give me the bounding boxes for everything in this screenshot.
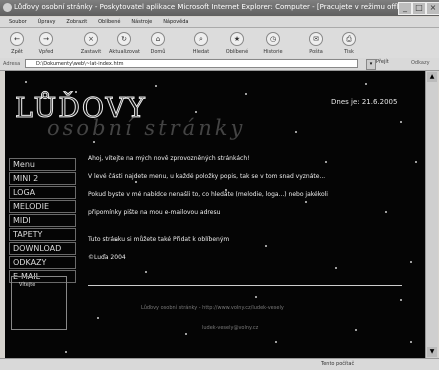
welcome-paragraph: Ahoj, vítejte na mých nově zprovozněných… <box>88 155 250 162</box>
star-decoration <box>275 341 277 343</box>
toolbar: ← Zpět → Vpřed × Zastavit ↻ Aktualizovat ⌂ Do… <box>0 28 439 59</box>
back-icon: ← <box>10 32 24 46</box>
welcome-box-label: Vítejte <box>19 282 36 288</box>
menu-favorites[interactable]: Oblíbené <box>98 17 120 27</box>
vertical-scrollbar[interactable]: ▲ ▼ <box>425 71 438 358</box>
star-decoration <box>255 296 257 298</box>
footer-email[interactable]: ludek-vesely@volny.cz <box>202 325 258 331</box>
add-favorites-link[interactable]: Tuto stránku si můžete také Přidat k obl… <box>88 236 408 243</box>
menu-heading: Menu <box>9 158 76 171</box>
maximize-icon[interactable]: □ <box>412 2 426 15</box>
address-label: Adresa <box>3 61 21 67</box>
menu-item-odkazy[interactable]: ODKAZY <box>9 256 76 269</box>
menu-edit[interactable]: Úpravy <box>38 17 56 27</box>
star-decoration <box>245 93 247 95</box>
history-icon: ◷ <box>266 32 280 46</box>
star-decoration <box>355 329 357 331</box>
menu-item-download[interactable]: DOWNLOAD <box>9 242 76 255</box>
stop-icon: × <box>84 32 98 46</box>
address-bar: Adresa D:\Dokumenty\web\~lat-index.htm ▾… <box>0 58 439 71</box>
contact-paragraph: Pokud byste v mé nabídce nenašli to, co … <box>88 191 328 198</box>
ie-icon <box>3 3 12 12</box>
star-decoration <box>25 81 27 83</box>
star-decoration <box>97 317 99 319</box>
address-dropdown-icon[interactable]: ▾ <box>366 59 376 70</box>
zone-indicator: Tento počítač <box>321 361 355 367</box>
divider <box>88 285 402 286</box>
links-button[interactable]: Odkazy <box>411 60 430 66</box>
star-decoration <box>410 341 412 343</box>
search-button[interactable]: ⌕ Hledat <box>186 30 216 55</box>
title-bar: Lůďovy osobní stránky - Poskytovatel apl… <box>0 0 439 16</box>
menu-item-melodie[interactable]: MELODIE <box>9 200 76 213</box>
window-title: Lůďovy osobní stránky - Poskytovatel apl… <box>14 3 412 11</box>
refresh-icon: ↻ <box>117 32 131 46</box>
side-menu: Menu MINI 2 LOGA MELODIE MIDI TAPETY DOW… <box>9 158 79 284</box>
star-decoration <box>365 83 367 85</box>
star-decoration <box>185 333 187 335</box>
refresh-button[interactable]: ↻ Aktualizovat <box>109 30 140 55</box>
star-decoration <box>400 121 402 123</box>
close-icon[interactable]: × <box>426 2 439 15</box>
footer-url[interactable]: Lůďovy osobní stránky - http://www.volny… <box>141 305 284 311</box>
scroll-up-icon[interactable]: ▲ <box>427 72 437 82</box>
menu-help[interactable]: Nápověda <box>163 17 188 27</box>
search-icon: ⌕ <box>194 32 208 46</box>
page-content: LŮĎOVY osobní stránky Dnes je: 21.6.2005… <box>5 71 425 358</box>
star-decoration <box>295 131 297 133</box>
star-decoration <box>65 351 67 353</box>
home-icon: ⌂ <box>151 32 165 46</box>
history-button[interactable]: ◷ Historie <box>258 30 288 55</box>
browser-window: Lůďovy osobní stránky - Poskytovatel apl… <box>0 0 439 370</box>
print-button[interactable]: ⎙ Tisk <box>334 30 364 55</box>
favorites-button[interactable]: ★ Oblíbené <box>222 30 252 55</box>
forward-icon: → <box>39 32 53 46</box>
status-bar: Tento počítač <box>0 358 439 370</box>
go-button[interactable]: Přejít <box>376 59 389 65</box>
main-text: Ahoj, vítejte na mých nově zprovozněných… <box>88 155 408 272</box>
contact-paragraph-cont: připomínky pište na mou e-mailovou adres… <box>88 209 221 216</box>
menu-item-midi[interactable]: MIDI <box>9 214 76 227</box>
menu-bar: Soubor Úpravy Zobrazit Oblíbené Nástroje… <box>0 17 439 28</box>
back-button[interactable]: ← Zpět <box>2 30 32 55</box>
star-decoration <box>400 299 402 301</box>
star-decoration <box>195 111 197 113</box>
print-icon: ⎙ <box>342 32 356 46</box>
star-decoration <box>155 85 157 87</box>
site-logo-subtitle: osobní stránky <box>47 116 246 140</box>
menu-file[interactable]: Soubor <box>9 17 27 27</box>
menu-view[interactable]: Zobrazit <box>66 17 87 27</box>
star-decoration <box>93 141 95 143</box>
star-decoration <box>415 161 417 163</box>
menu-tools[interactable]: Nástroje <box>131 17 152 27</box>
star-decoration <box>410 261 412 263</box>
favorites-icon: ★ <box>230 32 244 46</box>
mail-icon: ✉ <box>309 32 323 46</box>
welcome-box: Vítejte <box>11 276 67 330</box>
address-input[interactable]: D:\Dokumenty\web\~lat-index.htm <box>25 59 358 68</box>
minimize-icon[interactable]: _ <box>398 2 412 15</box>
copyright: ©Luďa 2004 <box>88 254 126 261</box>
mail-button[interactable]: ✉ Pošta <box>301 30 331 55</box>
menu-item-mini2[interactable]: MINI 2 <box>9 172 76 185</box>
forward-button[interactable]: → Vpřed <box>31 30 61 55</box>
menu-hint-paragraph: V levé části najdete menu, u každé polož… <box>88 173 326 180</box>
date-display: Dnes je: 21.6.2005 <box>331 98 398 106</box>
stop-button[interactable]: × Zastavit <box>76 30 106 55</box>
scroll-down-icon[interactable]: ▼ <box>427 347 437 357</box>
menu-item-loga[interactable]: LOGA <box>9 186 76 199</box>
home-button[interactable]: ⌂ Domů <box>143 30 173 55</box>
menu-item-tapety[interactable]: TAPETY <box>9 228 76 241</box>
